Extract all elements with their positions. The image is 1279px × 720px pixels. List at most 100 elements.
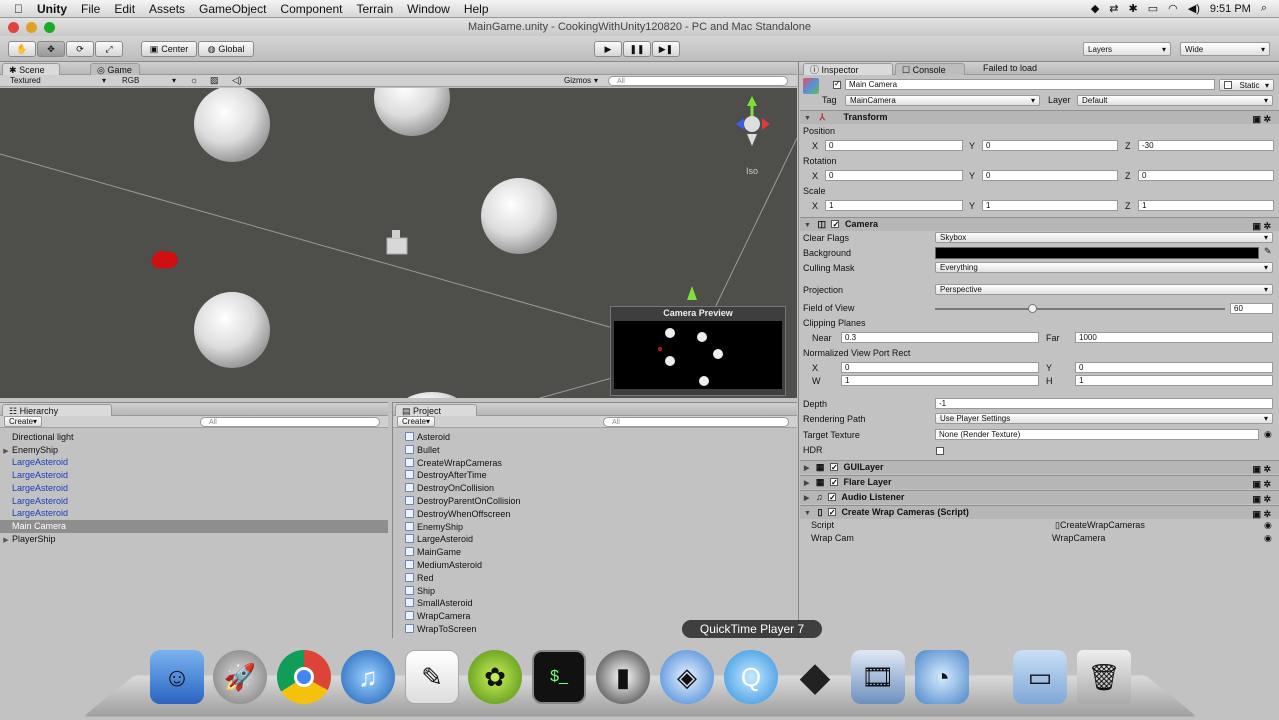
menu-component[interactable]: Component <box>280 2 342 16</box>
camera-header[interactable]: ▼ ◫ Camera ▣ ✲ <box>800 217 1279 231</box>
textedit-icon[interactable]: ✎ <box>405 650 459 704</box>
scene-search-input[interactable]: All <box>608 76 788 86</box>
foldout-icon[interactable]: ▶ <box>804 462 809 475</box>
tab-inspector[interactable]: ⓘ Inspector <box>803 63 893 75</box>
project-item[interactable]: SmallAsteroid <box>405 597 785 610</box>
hierarchy-item[interactable]: LargeAsteroid <box>0 456 388 469</box>
position-z-field[interactable]: -30 <box>1138 140 1274 151</box>
project-item[interactable]: Asteroid <box>405 431 785 444</box>
hierarchy-item[interactable]: Directional light <box>0 431 388 444</box>
hierarchy-search-input[interactable]: All <box>200 417 380 427</box>
scene-viewport[interactable]: Iso Camera Preview <box>0 88 797 398</box>
background-color-swatch[interactable] <box>935 247 1259 259</box>
tab-hierarchy[interactable]: ☷ Hierarchy <box>2 404 112 416</box>
foldout-icon[interactable]: ▼ <box>804 112 811 125</box>
folder-icon[interactable]: ▭ <box>1013 650 1067 704</box>
script-value[interactable]: ▯CreateWrapCameras <box>1055 520 1145 531</box>
volume-icon[interactable]: ◀) <box>1188 2 1200 15</box>
guilayer-header[interactable]: ▶ ▦ GUILayer ▣ ✲ <box>800 460 1279 474</box>
scale-y-field[interactable]: 1 <box>982 200 1118 211</box>
viewport-y-field[interactable]: 0 <box>1075 362 1273 373</box>
project-item[interactable]: MediumAsteroid <box>405 559 785 572</box>
preview-icon[interactable]: ◔ <box>915 650 969 704</box>
rotation-x-field[interactable]: 0 <box>825 170 963 181</box>
orientation-gizmo[interactable] <box>736 96 770 146</box>
project-item[interactable]: CreateWrapCameras <box>405 457 785 470</box>
chrome-icon[interactable] <box>277 650 331 704</box>
asteroid-sphere[interactable] <box>194 292 270 368</box>
hierarchy-item[interactable]: ▶ EnemyShip <box>0 444 388 457</box>
camera-gizmo-icon[interactable] <box>386 237 408 255</box>
launchpad-icon[interactable]: 🚀 <box>213 650 267 704</box>
tab-console[interactable]: ☐ Console <box>895 63 965 75</box>
rotation-y-field[interactable]: 0 <box>982 170 1118 181</box>
spotlight-icon[interactable]: ⌕ <box>1261 2 1267 15</box>
script-header[interactable]: ▼ ▯ Create Wrap Cameras (Script) ▣ ✲ <box>800 505 1279 519</box>
safari-icon[interactable]: ◈ <box>660 650 714 704</box>
depth-field[interactable]: -1 <box>935 398 1273 409</box>
apple-menu-icon[interactable]:  <box>14 2 23 16</box>
tab-scene[interactable]: ✱ Scene <box>2 63 60 75</box>
unity-icon[interactable]: ◆ <box>788 650 842 704</box>
tab-game[interactable]: ◎ Game <box>90 63 140 75</box>
far-field[interactable]: 1000 <box>1075 332 1273 343</box>
minimize-window-button[interactable] <box>26 22 37 33</box>
project-item[interactable]: Ship <box>405 585 785 598</box>
rotate-tool-icon[interactable]: ⟳ <box>66 41 94 57</box>
script-enabled-checkbox[interactable] <box>827 506 836 519</box>
hierarchy-item[interactable]: ▶ PlayerShip <box>0 533 388 546</box>
foldout-icon[interactable]: ▶ <box>804 477 809 490</box>
layer-dropdown[interactable]: Default ▾ <box>1077 95 1273 106</box>
fov-field[interactable]: 60 <box>1230 303 1273 314</box>
guilayer-enabled-checkbox[interactable] <box>829 461 838 474</box>
pivot-center-button[interactable]: ▣ Center <box>141 41 197 57</box>
color-mode-dropdown[interactable]: RGB ▾ <box>118 75 180 86</box>
flare-layer-header[interactable]: ▶ ▦ Flare Layer ▣ ✲ <box>800 475 1279 489</box>
itunes-icon[interactable]: ♫ <box>341 650 395 704</box>
transform-header[interactable]: ▼ ⅄ Transform ▣ ✲ <box>800 110 1279 124</box>
rotation-z-field[interactable]: 0 <box>1138 170 1274 181</box>
sync-icon[interactable]: ⇄ <box>1109 2 1118 15</box>
scale-tool-icon[interactable]: ⤢ <box>95 41 123 57</box>
terminal-icon[interactable]: $_ <box>532 650 586 704</box>
tag-dropdown[interactable]: MainCamera ▾ <box>845 95 1040 106</box>
near-field[interactable]: 0.3 <box>841 332 1039 343</box>
asteroid-sphere[interactable] <box>194 88 270 162</box>
rendering-path-dropdown[interactable]: Use Player Settings ▾ <box>935 413 1273 424</box>
clear-flags-dropdown[interactable]: Skybox ▾ <box>935 232 1273 243</box>
audio-listener-header[interactable]: ▶ ♫ Audio Listener ▣ ✲ <box>800 490 1279 504</box>
lighting-toggle-icon[interactable]: ☼ <box>190 75 198 85</box>
global-button[interactable]: ◍ Global <box>198 41 254 57</box>
finder-icon[interactable]: ☺ <box>150 650 204 704</box>
menu-edit[interactable]: Edit <box>114 2 135 16</box>
wifi-icon[interactable]: ◠ <box>1168 2 1178 15</box>
object-picker-icon[interactable]: ◉ <box>1264 429 1272 440</box>
target-texture-field[interactable]: None (Render Texture) <box>935 429 1259 440</box>
gizmos-dropdown[interactable]: Gizmos ▾ <box>560 75 602 86</box>
audio-listener-enabled-checkbox[interactable] <box>828 491 837 504</box>
layout-dropdown[interactable]: Wide ▾ <box>1180 42 1270 56</box>
step-button[interactable]: ▶❚ <box>652 41 680 57</box>
project-item[interactable]: DestroyWhenOffscreen <box>405 508 785 521</box>
render-mode-dropdown[interactable]: Textured ▾ <box>6 75 110 86</box>
image-toggle-icon[interactable]: ▨ <box>210 75 219 86</box>
menu-file[interactable]: File <box>81 2 100 16</box>
battery-icon[interactable]: ▭ <box>1148 2 1158 15</box>
tab-project[interactable]: ▤ Project <box>395 404 477 416</box>
asteroid-sphere[interactable] <box>402 392 462 398</box>
menu-app[interactable]: Unity <box>37 2 67 16</box>
active-checkbox[interactable] <box>830 79 844 90</box>
object-picker-icon[interactable]: ◉ <box>1264 533 1272 544</box>
pause-button[interactable]: ❚❚ <box>623 41 651 57</box>
gear-icon[interactable]: ▣ ✲ <box>1252 113 1271 126</box>
clock[interactable]: 9:51 PM <box>1210 3 1251 15</box>
close-window-button[interactable] <box>8 22 19 33</box>
scale-x-field[interactable]: 1 <box>825 200 963 211</box>
flare-layer-enabled-checkbox[interactable] <box>829 476 838 489</box>
bluetooth-icon[interactable]: ✱ <box>1129 2 1138 15</box>
wrap-cam-value[interactable]: WrapCamera <box>1052 533 1105 543</box>
zoom-window-button[interactable] <box>44 22 55 33</box>
project-item[interactable]: DestroyParentOnCollision <box>405 495 785 508</box>
static-checkbox[interactable]: Static ▾ <box>1219 79 1274 91</box>
project-item[interactable]: LargeAsteroid <box>405 533 785 546</box>
